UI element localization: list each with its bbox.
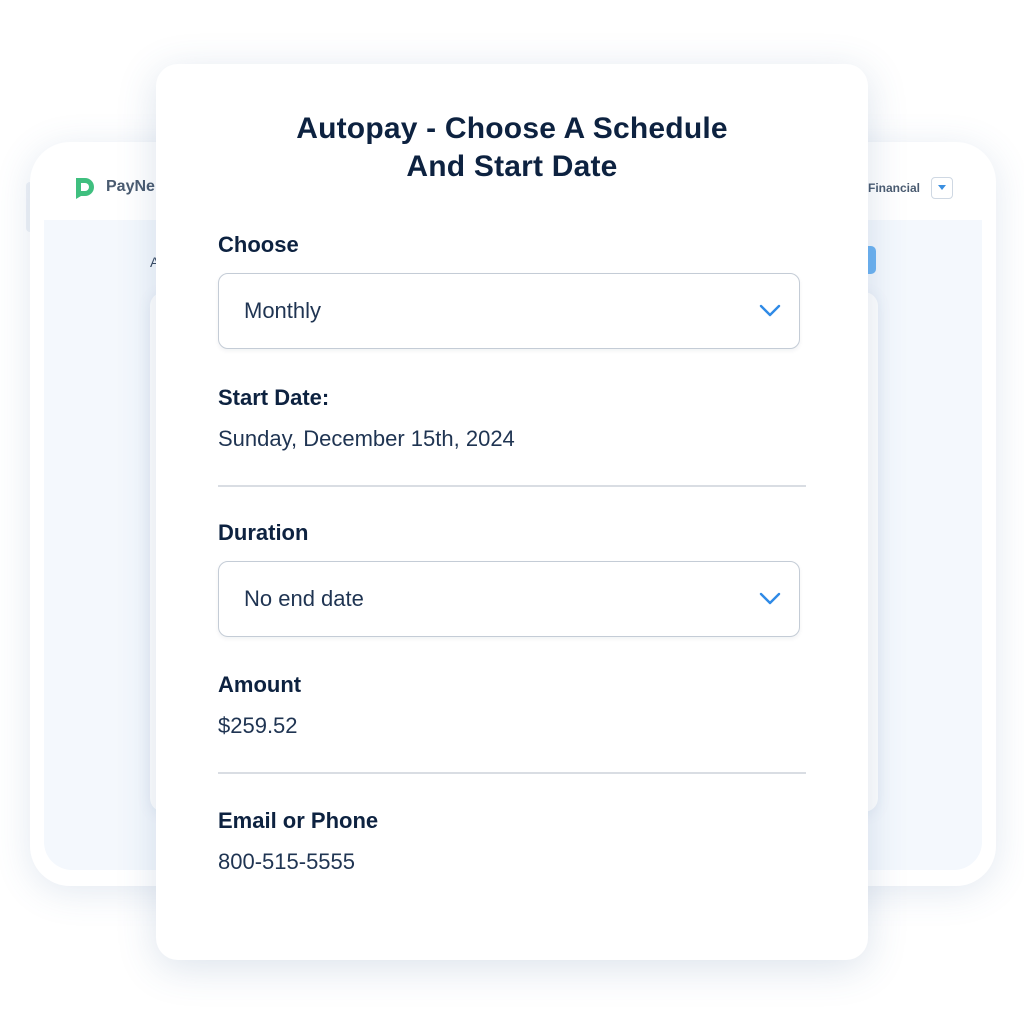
schedule-select-value: Monthly <box>244 298 322 323</box>
duration-select[interactable]: No end date <box>218 561 800 637</box>
account-menu-button[interactable] <box>931 177 953 199</box>
divider <box>218 772 806 774</box>
schedule-label: Choose <box>218 232 299 257</box>
amount-value: $259.52 <box>218 713 298 738</box>
caret-down-icon <box>937 179 947 197</box>
schedule-select[interactable]: Monthly <box>218 273 800 349</box>
amount-label: Amount <box>218 672 302 697</box>
stage: A PayNe Financial Autopay - Choose A Sch… <box>0 0 1024 1024</box>
duration-select-value: No end date <box>244 586 364 611</box>
paynearme-logo-icon <box>72 174 98 200</box>
modal-title-line-2: And Start Date <box>406 150 618 183</box>
divider <box>218 485 806 487</box>
duration-label: Duration <box>218 520 309 545</box>
brand-logo[interactable]: PayNe <box>72 174 155 200</box>
start-date-value: Sunday, December 15th, 2024 <box>218 426 515 451</box>
contact-label: Email or Phone <box>218 808 379 833</box>
modal-title: Autopay - Choose A Schedule And Start Da… <box>156 110 868 186</box>
autopay-modal: Autopay - Choose A Schedule And Start Da… <box>156 64 868 960</box>
chevron-down-icon <box>759 592 781 606</box>
start-date-label: Start Date: <box>218 385 330 410</box>
account-org-name: Financial <box>868 181 921 195</box>
modal-title-line-1: Autopay - Choose A Schedule <box>296 112 728 145</box>
brand-name: PayNe <box>106 178 155 195</box>
chevron-down-icon <box>759 304 781 318</box>
contact-value: 800-515-5555 <box>218 849 356 874</box>
